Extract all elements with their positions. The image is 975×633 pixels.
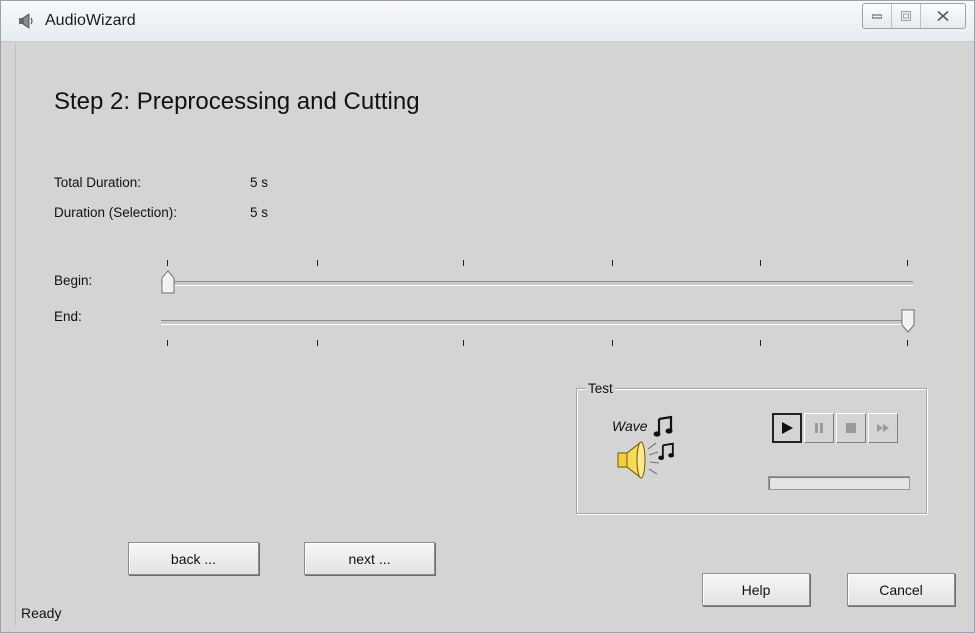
- end-slider-tick: [907, 340, 908, 346]
- end-slider-tick: [167, 340, 168, 346]
- speaker-icon: [19, 13, 33, 29]
- back-button[interactable]: back ...: [128, 542, 259, 575]
- audiowizard-window: AudioWizard Step 2: Preprocessing and Cu…: [0, 0, 975, 633]
- end-slider-tick: [760, 340, 761, 346]
- begin-slider-thumb[interactable]: [161, 270, 175, 294]
- end-slider-tick: [317, 340, 318, 346]
- stop-button[interactable]: [836, 413, 866, 443]
- selection-duration-label: Duration (Selection):: [54, 205, 178, 220]
- playback-progress-bar: [768, 476, 910, 490]
- total-duration-label: Total Duration:: [54, 175, 142, 190]
- total-duration-value: 5 s: [250, 175, 269, 190]
- play-button[interactable]: [772, 413, 802, 443]
- selection-duration-value: 5 s: [250, 205, 269, 220]
- pause-icon: [815, 423, 823, 433]
- help-button[interactable]: Help: [702, 573, 810, 606]
- begin-slider-tick: [760, 260, 761, 266]
- speaker-sound-icon: [617, 440, 660, 480]
- maximize-button[interactable]: [892, 4, 921, 28]
- end-slider-track: [161, 320, 913, 325]
- end-slider-tick: [463, 340, 464, 346]
- music-note-small-icon: [658, 442, 675, 460]
- end-label: End:: [54, 309, 82, 324]
- pause-button[interactable]: [804, 413, 834, 443]
- status-bar-text: Ready: [21, 605, 62, 621]
- begin-slider-tick: [463, 260, 464, 266]
- fast-forward-icon: [877, 424, 889, 432]
- end-slider-thumb[interactable]: [901, 309, 915, 333]
- step-heading: Step 2: Preprocessing and Cutting: [54, 88, 420, 115]
- close-icon: [937, 11, 949, 21]
- title-bar[interactable]: AudioWizard: [1, 1, 974, 42]
- next-button[interactable]: next ...: [304, 542, 435, 575]
- test-group-label: Test: [586, 381, 615, 396]
- begin-slider-tick: [907, 260, 908, 266]
- window-title: AudioWizard: [45, 12, 136, 29]
- begin-slider-tick: [612, 260, 613, 266]
- wave-label: Wave: [612, 418, 648, 434]
- minimize-icon: [872, 14, 882, 19]
- begin-slider-tick: [317, 260, 318, 266]
- end-slider-tick: [612, 340, 613, 346]
- music-note-icon: [653, 415, 673, 437]
- begin-slider-track: [161, 281, 913, 286]
- play-icon: [782, 422, 793, 434]
- minimize-button[interactable]: [863, 4, 892, 28]
- close-button[interactable]: [921, 4, 965, 28]
- fast-forward-button[interactable]: [868, 413, 898, 443]
- cancel-button[interactable]: Cancel: [847, 573, 955, 606]
- maximize-icon: [901, 11, 911, 21]
- dialog-client-area: Step 2: Preprocessing and Cutting Total …: [15, 43, 971, 626]
- stop-icon: [846, 423, 856, 433]
- begin-slider-tick: [167, 260, 168, 266]
- window-controls: [862, 3, 966, 29]
- begin-label: Begin:: [54, 273, 93, 288]
